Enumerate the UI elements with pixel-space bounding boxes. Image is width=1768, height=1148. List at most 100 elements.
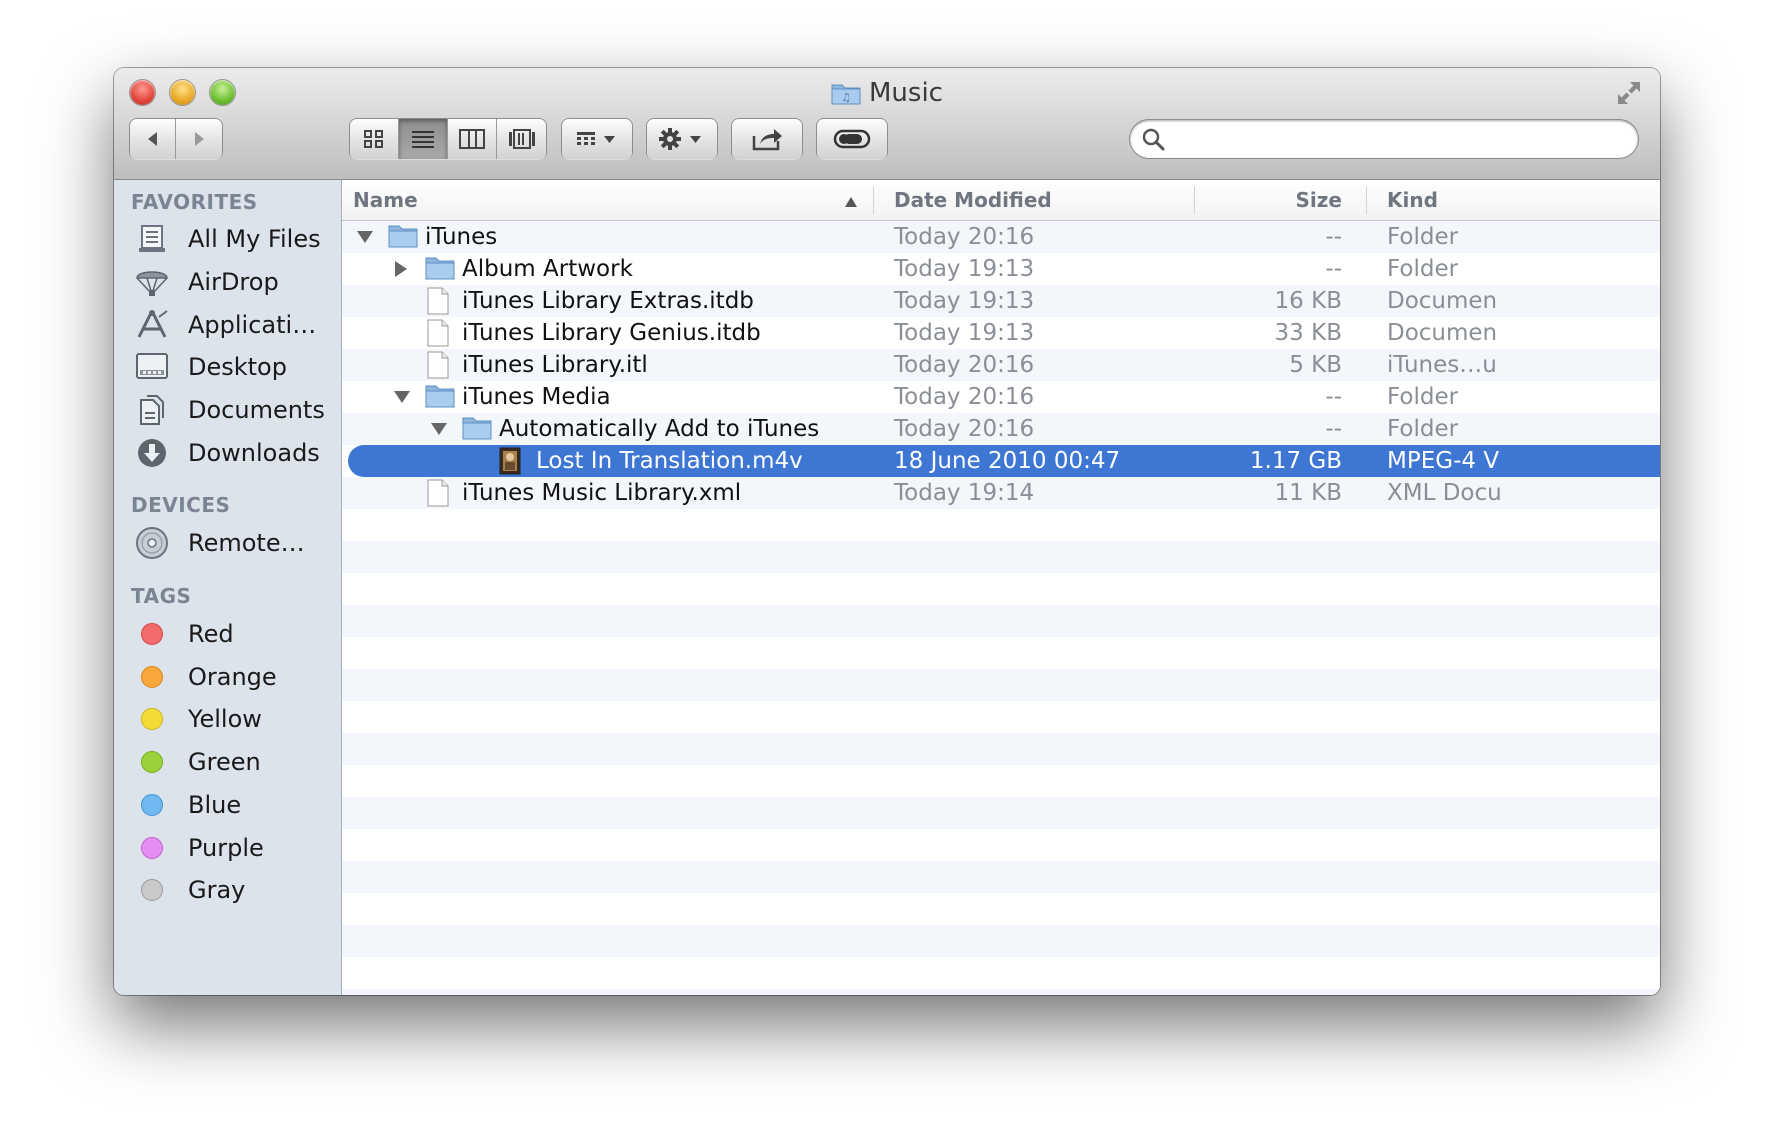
table-row[interactable]: iTunes Library Genius.itdb Today 19:13 33 … (342, 317, 1660, 349)
column-header-name[interactable]: Name (353, 180, 418, 220)
sidebar-item-label: AirDrop (188, 268, 279, 296)
sidebar-item-applications[interactable]: Applicati… (134, 306, 334, 344)
tag-dot (141, 751, 163, 774)
tag-color-icon (134, 701, 170, 737)
sidebar-item-tag-purple[interactable]: Purple (134, 829, 334, 867)
sidebar-item-label: Blue (188, 790, 242, 819)
folder-icon (462, 415, 492, 445)
document-icon (425, 479, 451, 511)
tag-dot (141, 793, 163, 816)
documents-icon (134, 392, 170, 428)
tag-color-icon (134, 872, 170, 908)
file-name: iTunes Music Library.xml (462, 480, 742, 506)
search-field[interactable] (1130, 120, 1638, 158)
column-header-size[interactable]: Size (1200, 180, 1342, 220)
column-header-kind[interactable]: Kind (1387, 180, 1438, 220)
file-date-modified: Today 19:13 (894, 320, 1035, 346)
column-separator[interactable] (1194, 186, 1195, 214)
file-name: iTunes Library Genius.itdb (462, 320, 761, 346)
sidebar-item-airdrop[interactable]: AirDrop (134, 263, 334, 301)
sidebar-item-tag-orange[interactable]: Orange (134, 658, 334, 696)
svg-text:♫: ♫ (841, 91, 851, 104)
tag-color-icon (134, 744, 170, 780)
table-row[interactable]: iTunes Music Library.xml Today 19:14 11 KB… (342, 477, 1660, 509)
file-kind: Folder (1387, 224, 1459, 250)
title-bar: ♫ Music (114, 68, 1660, 180)
list-view-icon (412, 131, 434, 148)
disclosure-triangle-open-icon[interactable] (356, 221, 374, 253)
sidebar-item-label: Green (188, 748, 261, 777)
downloads-icon (134, 435, 170, 471)
sidebar-item-label: Purple (188, 833, 264, 862)
folder-icon (425, 383, 455, 413)
tag-color-icon (134, 830, 170, 866)
file-name: Album Artwork (462, 256, 633, 282)
window-title-text: Music (869, 78, 943, 108)
sidebar-item-tag-gray[interactable]: Gray (134, 871, 334, 909)
favorites-heading: FAVORITES (131, 190, 258, 214)
remote-disc-icon (134, 525, 170, 561)
arrange-button[interactable] (562, 119, 632, 159)
back-button[interactable] (130, 119, 176, 159)
sidebar-item-documents[interactable]: Documents (134, 391, 334, 429)
list-view-button[interactable] (399, 119, 448, 159)
sidebar-item-all-my-files[interactable]: All My Files (134, 220, 334, 258)
table-row[interactable]: Album Artwork Today 19:13 -- Folder (342, 253, 1660, 285)
document-icon (425, 319, 451, 351)
forward-button[interactable] (176, 119, 222, 159)
document-icon (425, 287, 451, 319)
sidebar-item-tag-green[interactable]: Green (134, 743, 334, 781)
column-view-button[interactable] (448, 119, 497, 159)
file-date-modified: Today 19:14 (894, 480, 1035, 506)
file-kind: Folder (1387, 256, 1459, 282)
column-separator[interactable] (1366, 186, 1367, 214)
table-row[interactable]: Automatically Add to iTunes Today 20:16 --… (342, 413, 1660, 445)
tag-dot (141, 879, 163, 902)
file-rows: iTunes Today 20:16 -- Folder Album Artwork To… (342, 221, 1660, 995)
table-row[interactable]: iTunes Today 20:16 -- Folder (342, 221, 1660, 253)
search-icon (1142, 128, 1165, 151)
table-row[interactable]: Lost In Translation.m4v 18 June 2010 00:4… (342, 445, 1660, 477)
tag-toggle-icon (833, 129, 871, 149)
coverflow-view-icon (508, 129, 535, 149)
sidebar-item-tag-yellow[interactable]: Yellow (134, 700, 334, 738)
sort-ascending-icon[interactable] (844, 193, 858, 212)
tag-color-icon (134, 616, 170, 652)
share-button[interactable] (732, 119, 802, 159)
sidebar-item-label: Remote… (188, 529, 305, 557)
sidebar: FAVORITES All My Files AirDrop Applicati… (114, 180, 342, 995)
sidebar-item-desktop[interactable]: Desktop (134, 348, 334, 386)
file-kind: iTunes…u (1387, 352, 1497, 378)
tags-button[interactable] (817, 119, 887, 159)
desktop-icon (134, 349, 170, 385)
disclosure-triangle-open-icon[interactable] (430, 413, 448, 445)
coverflow-view-button[interactable] (497, 119, 546, 159)
column-separator[interactable] (873, 186, 874, 214)
airdrop-icon (134, 264, 170, 300)
tag-dot (141, 708, 163, 731)
sidebar-item-tag-red[interactable]: Red (134, 615, 334, 653)
file-name: iTunes Media (462, 384, 611, 410)
file-size: -- (1325, 224, 1342, 250)
file-date-modified: Today 20:16 (894, 384, 1035, 410)
icon-view-icon (364, 130, 383, 148)
sidebar-item-downloads[interactable]: Downloads (134, 434, 334, 472)
search-input[interactable] (1176, 126, 1620, 154)
fullscreen-icon[interactable] (1616, 80, 1642, 110)
icon-view-button[interactable] (350, 119, 399, 159)
sidebar-item-tag-blue[interactable]: Blue (134, 786, 334, 824)
sidebar-item-remote-disc[interactable]: Remote… (134, 524, 334, 562)
all-my-files-icon (134, 221, 170, 257)
file-list: Name Date Modified Size Kind iTunes Today… (342, 180, 1660, 995)
table-row[interactable]: iTunes Library.itl Today 20:16 5 KB iTunes…… (342, 349, 1660, 381)
disclosure-triangle-open-icon[interactable] (393, 381, 411, 413)
column-header-date[interactable]: Date Modified (894, 180, 1052, 220)
table-row[interactable]: iTunes Media Today 20:16 -- Folder (342, 381, 1660, 413)
file-kind: MPEG-4 V (1387, 448, 1500, 474)
action-button[interactable] (647, 119, 717, 159)
table-row[interactable]: iTunes Library Extras.itdb Today 19:13 16 … (342, 285, 1660, 317)
file-name: iTunes Library.itl (462, 352, 648, 378)
disclosure-triangle-closed-icon[interactable] (393, 253, 409, 285)
file-date-modified: Today 20:16 (894, 224, 1035, 250)
file-size: 16 KB (1274, 288, 1342, 314)
